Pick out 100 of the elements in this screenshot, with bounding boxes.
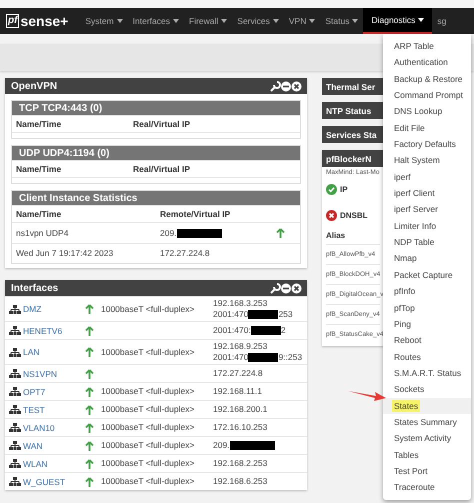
media-type: 1000baseT <full-duplex>	[101, 458, 196, 469]
nav-menu-item[interactable]: System	[80, 8, 128, 34]
interface-link[interactable]: WAN	[9, 440, 85, 450]
section-header: TCP TCP4:443 (0)	[12, 101, 300, 115]
network-icon	[9, 387, 21, 396]
panel-title: pfBlockerN	[326, 154, 372, 164]
menu-item[interactable]: Backup & Restore	[383, 70, 471, 88]
menu-item[interactable]: iperf	[383, 168, 471, 186]
network-icon	[9, 369, 21, 378]
interface-link[interactable]: DMZ	[9, 304, 85, 314]
nav-menu-item[interactable]: VPN	[284, 8, 320, 34]
network-icon	[9, 348, 21, 356]
menu-item[interactable]: Routes	[383, 348, 471, 365]
network-icon	[9, 459, 21, 468]
ip-address: 2001:470 253	[213, 309, 294, 320]
interface-link[interactable]: NS1VPN	[9, 368, 85, 378]
ip-address: 209.	[160, 228, 276, 238]
interface-link[interactable]: LAN	[9, 347, 85, 357]
media-type: 1000baseT <full-duplex>	[101, 386, 196, 397]
menu-item[interactable]: Halt System	[383, 152, 471, 169]
column-header: Name/Time	[16, 119, 62, 129]
interface-link[interactable]: WLAN	[9, 458, 85, 468]
menu-item[interactable]: Limiter Info	[383, 218, 471, 234]
menu-item[interactable]: Sockets	[383, 381, 471, 398]
ip-address: 209.	[213, 440, 303, 451]
media-type: 1000baseT <full-duplex>	[101, 422, 196, 433]
menu-item[interactable]: Edit File	[383, 120, 471, 136]
interface-link[interactable]: HENETV6	[9, 326, 85, 336]
column-header: Real/Virtual IP	[133, 119, 192, 129]
menu-item[interactable]: Test Port	[383, 462, 471, 480]
media-type: 1000baseT <full-duplex>	[101, 346, 196, 358]
nav-menu-item[interactable]: Status	[320, 8, 364, 34]
section-header: Client Instance Statistics	[12, 191, 300, 205]
column-header: Remote/Virtual IP	[160, 209, 232, 219]
network-icon	[9, 477, 21, 486]
menu-item[interactable]: ARP Table	[383, 38, 471, 54]
menu-item[interactable]: NDP Table	[383, 234, 471, 250]
column-header: Name/Time	[16, 209, 62, 219]
ip-address: 192.168.11.1	[213, 386, 263, 397]
nav-menu-item[interactable]: Firewall	[184, 8, 232, 34]
panel-title: Services Sta	[326, 130, 377, 140]
menu-item[interactable]: Command Prompt	[383, 87, 471, 104]
menu-item[interactable]: iperf Client	[383, 185, 471, 202]
menu-item[interactable]: DNS Lookup	[383, 103, 471, 120]
menu-item[interactable]: Reboot	[383, 332, 471, 349]
menu-item[interactable]: iperf Server	[383, 201, 471, 218]
column-header: Real/Virtual IP	[133, 164, 192, 174]
column-header: Alias	[326, 230, 346, 242]
pointer-arrow-icon	[348, 388, 386, 402]
menu-item[interactable]: Tables	[383, 446, 471, 463]
status-label: IP	[340, 184, 348, 194]
menu-item[interactable]: Traceroute	[383, 479, 471, 496]
nav-menu-item[interactable]: Diagnostics	[363, 8, 432, 34]
ip-address: 172.27.224.8	[213, 368, 264, 379]
menu-item[interactable]: Factory Defaults	[383, 136, 471, 152]
nav-menu-item[interactable]: Interfaces	[128, 8, 184, 34]
network-icon	[9, 441, 21, 450]
panel-title: NTP Status	[326, 106, 372, 116]
network-icon	[9, 423, 21, 432]
menu-item[interactable]: S.M.A.R.T. Status	[383, 364, 471, 382]
menu-item[interactable]: pfTop	[383, 300, 471, 316]
panel-tools-icon[interactable]	[270, 282, 302, 294]
ip-address: 192.168.2.253	[213, 458, 268, 469]
ip-address: 2001:470: 2	[213, 325, 287, 336]
panel-title: OpenVPN	[11, 80, 58, 92]
section-header: UDP UDP4:1194 (0)	[12, 146, 300, 160]
menu-item[interactable]: Packet Capture	[383, 266, 471, 284]
interface-link[interactable]: TEST	[9, 404, 85, 414]
network-icon	[9, 326, 21, 335]
menu-item[interactable]: System Activity	[383, 430, 471, 447]
panel-title: Thermal Ser	[326, 82, 376, 92]
ip-address: 192.168.9.253	[213, 341, 268, 352]
media-type: 1000baseT <full-duplex>	[101, 440, 196, 451]
network-icon	[9, 405, 21, 414]
status-label: DNSBL	[340, 210, 368, 220]
panel-tools-icon[interactable]	[270, 80, 302, 92]
client-time: Wed Jun 7 19:17:42 2023	[16, 248, 114, 259]
menu-item[interactable]: States	[383, 398, 471, 414]
nav-menu-item[interactable]: sg	[432, 8, 452, 34]
ip-address: 192.168.200.1	[213, 404, 268, 415]
interface-link[interactable]: VLAN10	[9, 422, 85, 432]
panel-title: Interfaces	[11, 282, 58, 294]
media-type: 1000baseT <full-duplex>	[101, 476, 196, 487]
interface-link[interactable]: OPT7	[9, 386, 85, 396]
menu-item[interactable]: Authentication	[383, 54, 471, 71]
menu-item[interactable]: States Summary	[383, 414, 471, 430]
ip-address: 192.168.3.253	[213, 298, 268, 309]
nav-menu-item[interactable]: Services	[232, 8, 284, 34]
ip-address: 2001:470 9::253	[213, 352, 303, 363]
ip-address: 192.168.6.253	[213, 476, 268, 487]
menu-item[interactable]: Ping	[383, 316, 471, 332]
virtual-ip: 172.27.224.8	[160, 248, 211, 259]
client-name: ns1vpn UDP4	[16, 228, 70, 238]
column-header: Name/Time	[16, 164, 62, 174]
media-type: 1000baseT <full-duplex>	[101, 304, 196, 314]
interface-link[interactable]: W_GUEST	[9, 476, 85, 486]
menu-item[interactable]: pfInfo	[383, 283, 471, 300]
logo[interactable]: pf sense+	[6, 13, 68, 29]
menu-item[interactable]: Nmap	[383, 250, 471, 267]
ip-address: 172.16.10.253	[213, 422, 268, 433]
